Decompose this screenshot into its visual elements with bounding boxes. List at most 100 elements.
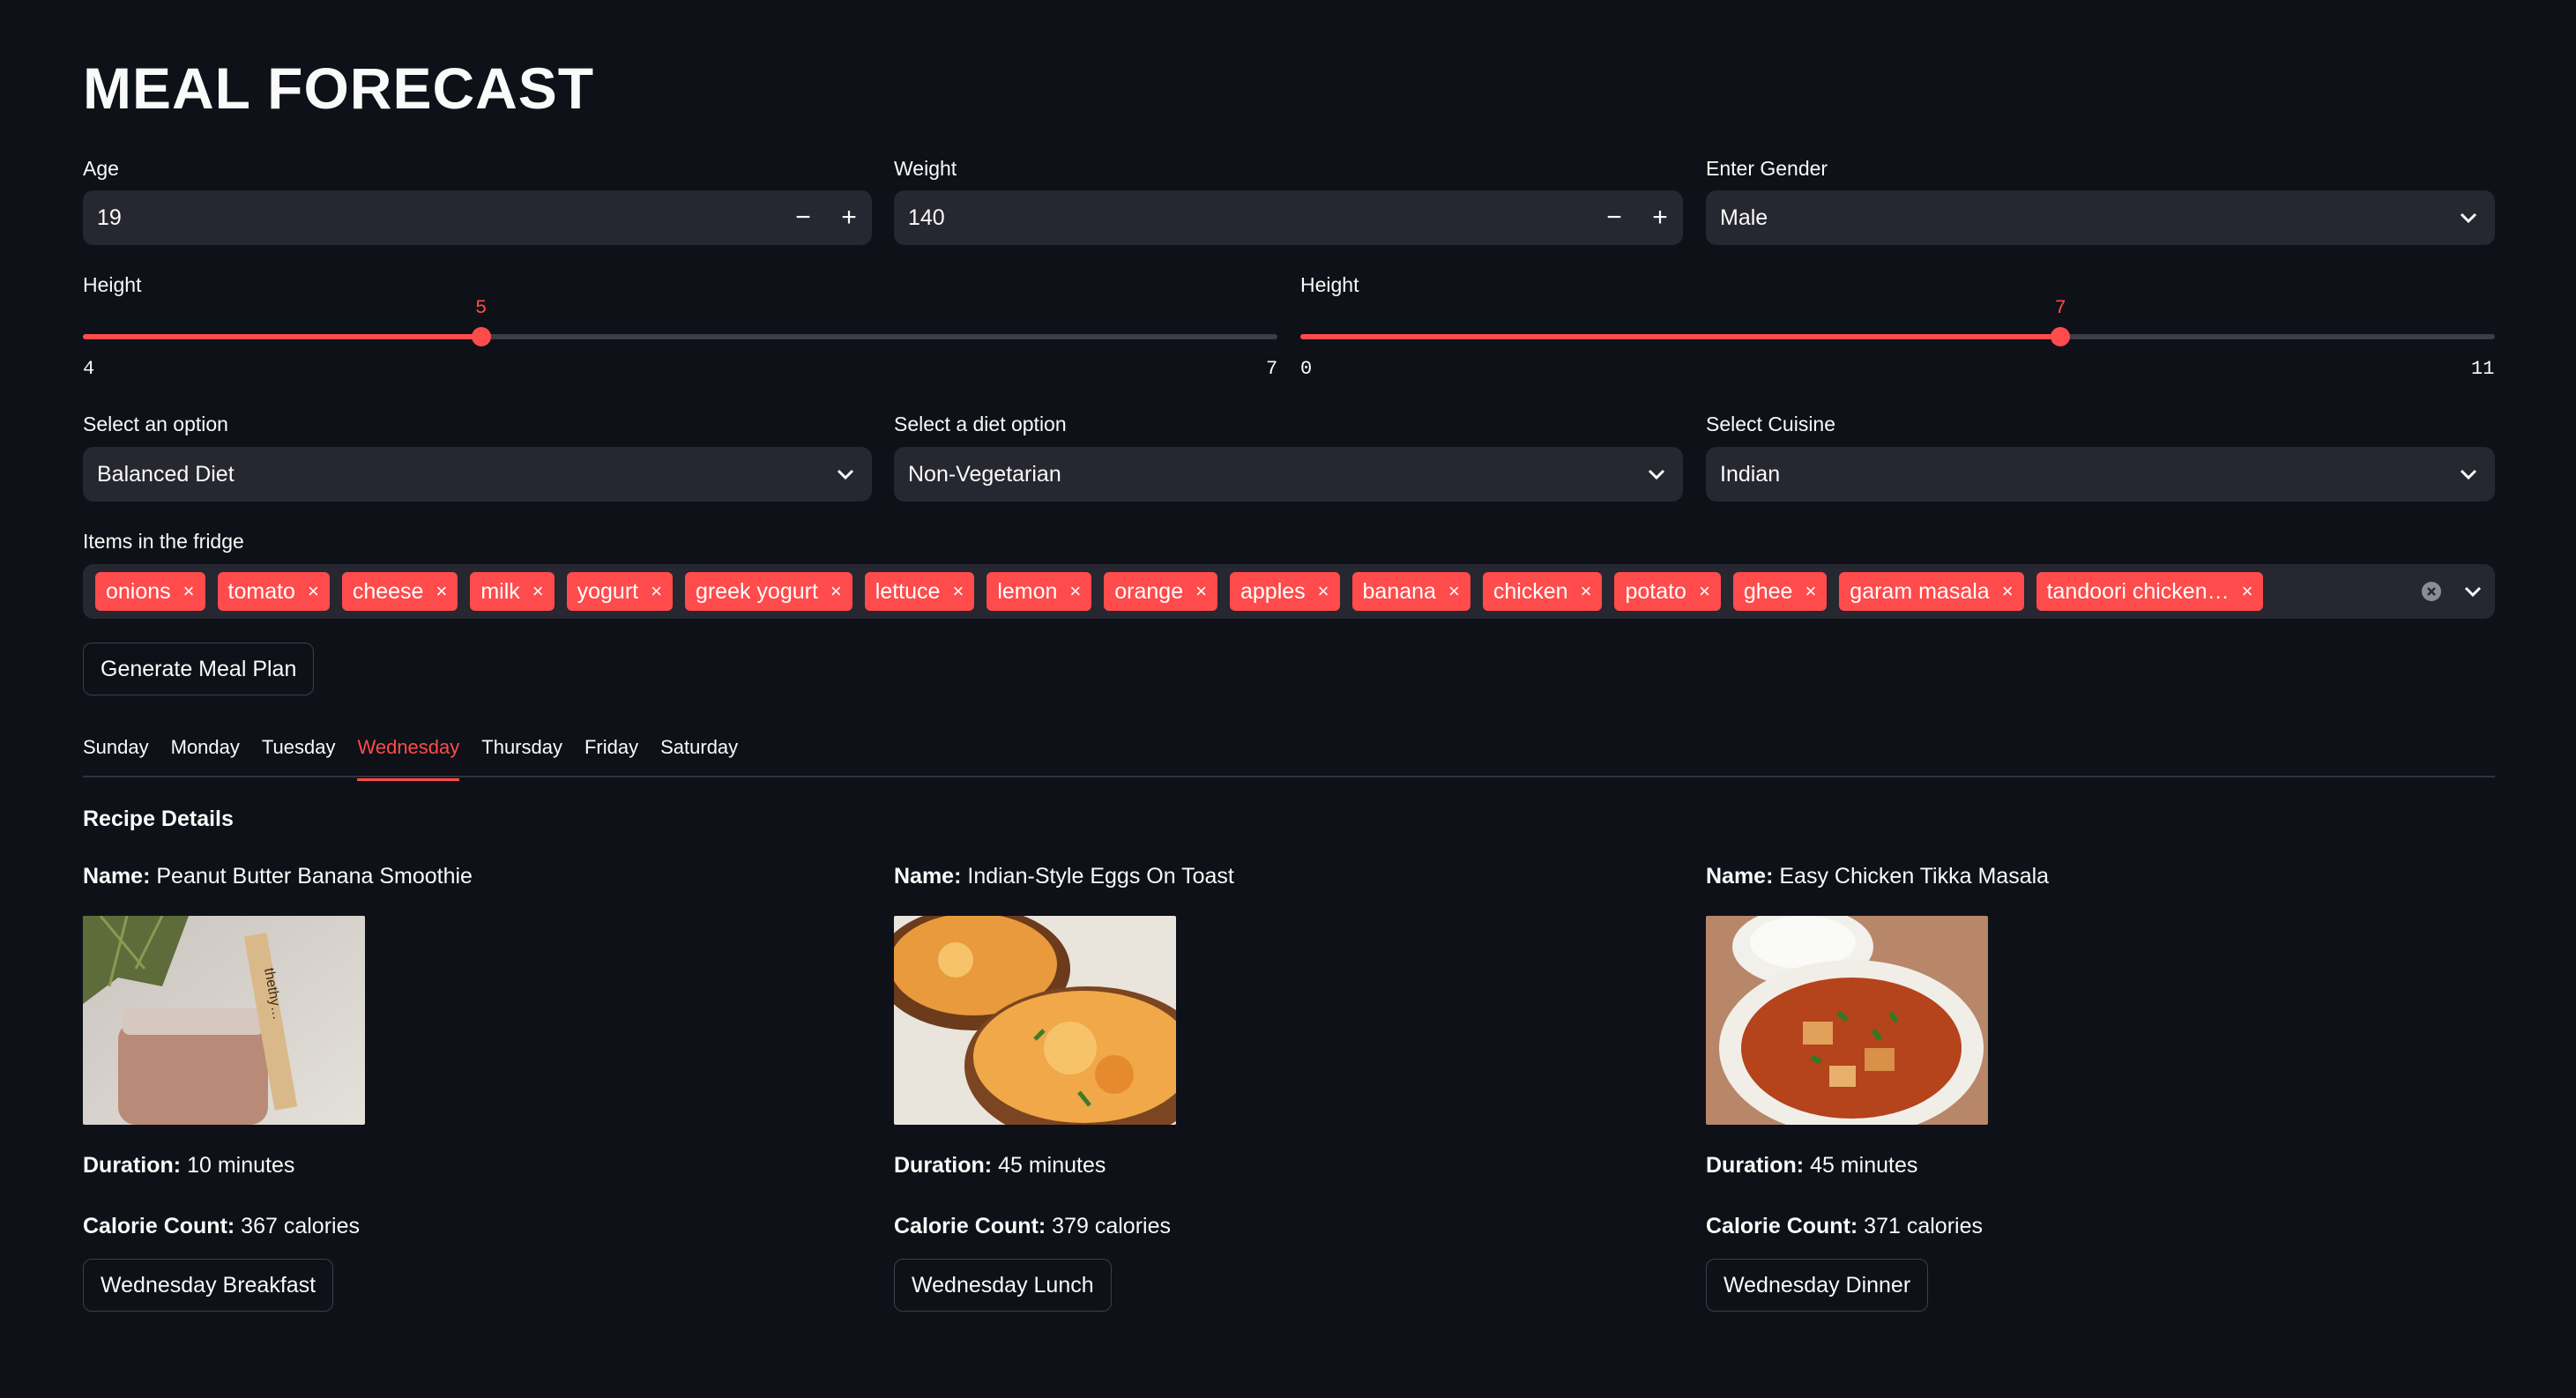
- recipe-name-value: Peanut Butter Banana Smoothie: [156, 864, 473, 889]
- clear-all-icon[interactable]: [2412, 581, 2451, 602]
- fridge-tag[interactable]: milk ×: [470, 572, 555, 611]
- slider-thumb[interactable]: [471, 327, 491, 346]
- fridge-tag-label: tomato: [227, 578, 295, 604]
- chevron-down-icon[interactable]: [819, 468, 872, 480]
- recipe-section-title: Recipe Details: [83, 807, 234, 831]
- recipe-card-breakfast: Name: Peanut Butter Banana Smoothie thet…: [83, 864, 872, 1312]
- generate-meal-plan-button[interactable]: Generate Meal Plan: [83, 643, 315, 695]
- fridge-tag-label: ghee: [1743, 578, 1793, 604]
- cuisine-select[interactable]: Indian: [1706, 447, 2495, 502]
- fridge-tag[interactable]: tandoori chicken… ×: [2036, 572, 2264, 611]
- tab-saturday[interactable]: Saturday: [660, 736, 738, 781]
- recipe-name: Name: Peanut Butter Banana Smoothie: [83, 864, 872, 889]
- fridge-tag[interactable]: ghee ×: [1732, 572, 1828, 611]
- remove-tag-icon[interactable]: ×: [2002, 580, 2014, 603]
- recipe-card-dinner: Name: Easy Chicken Tikka Masala Duration…: [1706, 864, 2495, 1312]
- cuisine-value: Indian: [1720, 461, 1781, 487]
- fridge-tag-label: garam masala: [1850, 578, 1990, 604]
- fridge-tag-label: cheese: [352, 578, 424, 604]
- duration-label: Duration:: [894, 1153, 993, 1178]
- tab-thursday[interactable]: Thursday: [481, 736, 562, 781]
- option-select[interactable]: Balanced Diet: [83, 447, 872, 502]
- fridge-tag[interactable]: tomato ×: [217, 572, 330, 611]
- remove-tag-icon[interactable]: ×: [2242, 580, 2253, 603]
- weight-value[interactable]: 140: [894, 205, 1591, 231]
- fridge-tag-label: orange: [1114, 578, 1184, 604]
- fridge-tag[interactable]: garam masala ×: [1839, 572, 2024, 611]
- chevron-down-icon[interactable]: [2442, 468, 2495, 480]
- fridge-tag[interactable]: potato ×: [1614, 572, 1721, 611]
- weight-decrement-button[interactable]: −: [1591, 203, 1637, 233]
- fridge-tag[interactable]: lettuce ×: [864, 572, 975, 611]
- remove-tag-icon[interactable]: ×: [308, 580, 319, 603]
- age-value[interactable]: 19: [83, 205, 780, 231]
- duration-value: 45 minutes: [1810, 1153, 1918, 1178]
- fridge-tag[interactable]: yogurt ×: [566, 572, 673, 611]
- height-inches-slider[interactable]: 7: [1300, 297, 2495, 346]
- recipe-card-lunch: Name: Indian-Style Eggs On Toast Duratio…: [894, 864, 1683, 1312]
- weight-label: Weight: [894, 157, 957, 180]
- fridge-tag[interactable]: chicken ×: [1482, 572, 1603, 611]
- remove-tag-icon[interactable]: ×: [1318, 580, 1329, 603]
- remove-tag-icon[interactable]: ×: [532, 580, 544, 603]
- remove-tag-icon[interactable]: ×: [830, 580, 842, 603]
- age-increment-button[interactable]: +: [826, 203, 872, 233]
- tab-monday[interactable]: Monday: [171, 736, 240, 781]
- tab-tuesday[interactable]: Tuesday: [262, 736, 336, 781]
- remove-tag-icon[interactable]: ×: [1448, 580, 1460, 603]
- weight-input[interactable]: 140 − +: [894, 190, 1683, 245]
- chevron-down-icon[interactable]: [2442, 212, 2495, 224]
- fridge-tag[interactable]: onions ×: [95, 572, 205, 611]
- fridge-tag[interactable]: orange ×: [1104, 572, 1217, 611]
- fridge-tag-list: onions × tomato × cheese × milk × yogurt × greek y…: [83, 572, 2412, 611]
- tab-wednesday[interactable]: Wednesday: [357, 736, 460, 781]
- remove-tag-icon[interactable]: ×: [436, 580, 447, 603]
- remove-tag-icon[interactable]: ×: [651, 580, 662, 603]
- slider-fill: [1300, 334, 2061, 339]
- height-feet-slider[interactable]: 5: [83, 297, 1277, 346]
- wednesday-dinner-button[interactable]: Wednesday Dinner: [1706, 1259, 1929, 1312]
- remove-tag-icon[interactable]: ×: [952, 580, 964, 603]
- height-feet-label: Height: [83, 273, 142, 296]
- fridge-tag[interactable]: cheese ×: [341, 572, 458, 611]
- fridge-tag-label: onions: [106, 578, 171, 604]
- age-decrement-button[interactable]: −: [780, 203, 826, 233]
- duration-label: Duration:: [1706, 1153, 1805, 1178]
- fridge-tag[interactable]: banana ×: [1351, 572, 1470, 611]
- app-root: MEAL FORECAST Age 19 − + Weight 140 − + …: [0, 0, 2576, 1398]
- age-label: Age: [83, 157, 119, 180]
- wednesday-breakfast-button[interactable]: Wednesday Breakfast: [83, 1259, 334, 1312]
- fridge-tag-label: chicken: [1493, 578, 1568, 604]
- recipe-duration: Duration: 45 minutes: [1706, 1153, 2495, 1179]
- tab-sunday[interactable]: Sunday: [83, 736, 149, 781]
- recipe-image: [894, 916, 1176, 1125]
- gender-select[interactable]: Male: [1706, 190, 2495, 245]
- weight-increment-button[interactable]: +: [1637, 203, 1683, 233]
- remove-tag-icon[interactable]: ×: [1195, 580, 1207, 603]
- slider-value-label: 7: [2054, 297, 2066, 319]
- recipe-name: Name: Easy Chicken Tikka Masala: [1706, 864, 2495, 889]
- chevron-down-icon[interactable]: [1630, 468, 1683, 480]
- calories-value: 371 calories: [1864, 1214, 1983, 1238]
- chevron-down-icon[interactable]: [2451, 585, 2495, 598]
- age-stepper: − +: [780, 190, 872, 245]
- duration-label: Duration:: [83, 1153, 182, 1178]
- remove-tag-icon[interactable]: ×: [1581, 580, 1592, 603]
- fridge-tag[interactable]: lemon ×: [986, 572, 1092, 611]
- remove-tag-icon[interactable]: ×: [1805, 580, 1816, 603]
- fridge-multiselect[interactable]: onions × tomato × cheese × milk × yogurt × greek y…: [83, 564, 2495, 619]
- fridge-tag[interactable]: greek yogurt ×: [684, 572, 852, 611]
- tab-friday[interactable]: Friday: [584, 736, 638, 781]
- fridge-tag[interactable]: apples ×: [1229, 572, 1340, 611]
- recipe-name-value: Indian-Style Eggs On Toast: [967, 864, 1234, 889]
- fridge-tag-label: apples: [1240, 578, 1306, 604]
- remove-tag-icon[interactable]: ×: [183, 580, 195, 603]
- gender-label: Enter Gender: [1706, 157, 1828, 180]
- diet-select[interactable]: Non-Vegetarian: [894, 447, 1683, 502]
- slider-thumb[interactable]: [2051, 327, 2071, 346]
- remove-tag-icon[interactable]: ×: [1699, 580, 1710, 603]
- remove-tag-icon[interactable]: ×: [1069, 580, 1081, 603]
- slider-max-label: 11: [2471, 358, 2495, 380]
- wednesday-lunch-button[interactable]: Wednesday Lunch: [894, 1259, 1112, 1312]
- age-input[interactable]: 19 − +: [83, 190, 872, 245]
